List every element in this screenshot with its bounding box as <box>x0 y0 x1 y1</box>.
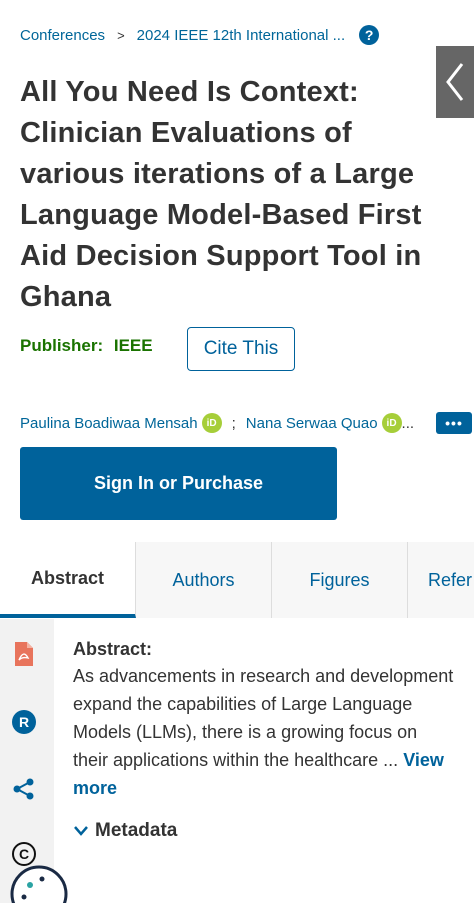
page-title: All You Need Is Context: Clinician Evalu… <box>20 76 422 313</box>
tab-references[interactable]: Refer <box>408 542 474 618</box>
abstract-section: Abstract: As advancements in research an… <box>73 636 454 802</box>
orcid-icon[interactable]: iD <box>381 413 402 433</box>
help-icon[interactable]: ? <box>359 25 380 45</box>
tab-abstract[interactable]: Abstract <box>0 542 136 618</box>
publisher-name: IEEE <box>113 336 153 355</box>
abstract-text: As advancements in research and developm… <box>73 662 454 802</box>
publisher-label: Publisher: <box>20 336 104 355</box>
orcid-icon[interactable]: iD <box>201 413 222 433</box>
author-list: Paulina Boadiwaa Mensah iD ; Nana Serwaa… <box>20 412 428 434</box>
side-panel-toggle[interactable] <box>436 46 474 118</box>
chevron-left-icon <box>446 63 464 101</box>
tab-figures[interactable]: Figures <box>272 542 408 618</box>
document-tabs: Abstract Authors Figures Refer <box>0 542 474 618</box>
breadcrumb-conferences[interactable]: Conferences <box>20 27 105 44</box>
publisher: Publisher: IEEE <box>20 336 153 356</box>
chevron-down-icon <box>74 826 88 836</box>
sign-in-purchase-button[interactable]: Sign In or Purchase <box>20 447 337 520</box>
breadcrumb-separator: > <box>117 27 125 43</box>
author-link[interactable]: Paulina Boadiwaa Mensah <box>20 415 198 432</box>
action-rail: R C <box>0 619 54 903</box>
share-icon[interactable] <box>11 776 37 802</box>
rights-icon[interactable]: R <box>11 709 37 735</box>
breadcrumb-conference-name[interactable]: 2024 IEEE 12th International ... <box>137 27 345 44</box>
cite-this-button[interactable]: Cite This <box>187 327 295 371</box>
author-overflow: ... <box>401 414 415 432</box>
cookie-settings-icon[interactable] <box>10 865 68 903</box>
pdf-icon[interactable] <box>11 641 37 667</box>
metadata-label: Metadata <box>95 820 178 841</box>
abstract-body: As advancements in research and developm… <box>73 666 454 770</box>
more-authors-button[interactable]: ••• <box>436 412 472 434</box>
breadcrumb: Conferences > 2024 IEEE 12th Internation… <box>20 22 454 48</box>
abstract-heading: Abstract: <box>73 639 153 659</box>
tab-authors[interactable]: Authors <box>136 542 272 618</box>
rights-letter: R <box>19 714 29 730</box>
metadata-toggle[interactable]: Metadata <box>73 820 177 842</box>
author-link[interactable]: Nana Serwaa Quao <box>246 415 378 432</box>
author-separator: ; <box>231 414 236 432</box>
copyright-icon[interactable]: C <box>11 841 37 867</box>
svg-text:C: C <box>19 846 29 862</box>
